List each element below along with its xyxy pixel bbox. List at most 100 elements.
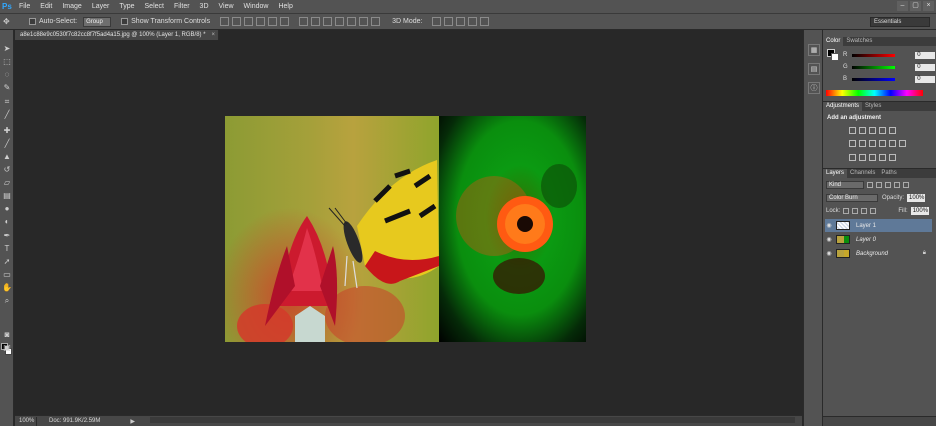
tab-channels[interactable]: Channels [847, 169, 878, 178]
tab-styles[interactable]: Styles [862, 102, 884, 111]
color-lookup-icon[interactable] [899, 140, 906, 147]
3d-scale-icon[interactable] [480, 17, 490, 26]
green-value-input[interactable]: 0 [915, 63, 935, 71]
invert-icon[interactable] [849, 154, 856, 161]
clone-stamp-tool-icon[interactable]: ▲ [2, 152, 12, 161]
tab-adjustments[interactable]: Adjustments [823, 102, 863, 111]
blue-value-input[interactable]: 0 [915, 75, 935, 83]
align-left-icon[interactable] [256, 17, 266, 26]
distribute-bottom-icon[interactable] [323, 17, 333, 26]
filter-adjustment-icon[interactable] [876, 181, 882, 188]
auto-select-dropdown[interactable]: Group [83, 16, 112, 27]
workspace-dropdown[interactable]: Essentials [870, 17, 930, 27]
color-panel-swatches[interactable] [827, 49, 839, 61]
3d-pan-icon[interactable] [456, 17, 466, 26]
eraser-tool-icon[interactable]: ▱ [2, 178, 12, 187]
menu-window[interactable]: Window [239, 3, 274, 10]
quick-select-tool-icon[interactable]: ✎ [2, 83, 12, 92]
menu-3d[interactable]: 3D [195, 3, 214, 10]
layer-row-layer-0[interactable]: ◉ Layer 0 [825, 233, 932, 246]
threshold-icon[interactable] [869, 154, 876, 161]
menu-view[interactable]: View [214, 3, 239, 10]
3d-rotate-icon[interactable] [432, 17, 442, 26]
quick-mask-icon[interactable]: ◙ [2, 330, 12, 339]
tab-paths[interactable]: Paths [878, 169, 899, 178]
menu-type[interactable]: Type [114, 3, 139, 10]
blur-tool-icon[interactable]: ● [2, 204, 12, 213]
maximize-button[interactable]: ▢ [910, 1, 921, 11]
layer-row-layer-1[interactable]: ◉ Layer 1 [825, 219, 932, 232]
background-swatch[interactable] [831, 53, 839, 61]
align-bottom-icon[interactable] [244, 17, 254, 26]
3d-slide-icon[interactable] [468, 17, 478, 26]
zoom-tool-icon[interactable]: ⌕ [2, 296, 12, 305]
zoom-level[interactable]: 100% [15, 416, 37, 426]
layer-filter-kind-dropdown[interactable]: Kind [826, 180, 864, 189]
red-slider[interactable] [851, 53, 896, 57]
gradient-tool-icon[interactable]: ▤ [2, 191, 12, 200]
gradient-map-icon[interactable] [879, 154, 886, 161]
filter-smart-object-icon[interactable] [903, 181, 909, 188]
history-panel-icon[interactable]: ▦ [808, 44, 820, 56]
show-transform-checkbox[interactable] [121, 18, 129, 25]
marquee-tool-icon[interactable]: ⬚ [2, 57, 12, 66]
black-white-icon[interactable] [869, 140, 876, 147]
align-center-icon[interactable] [268, 17, 278, 26]
crop-tool-icon[interactable]: ⌗ [2, 97, 12, 106]
document-tab[interactable]: a8e1c88e9c0530f7c82cc8f7f5ad4a15.jpg @ 1… [15, 30, 219, 40]
layer-name[interactable]: Layer 1 [856, 223, 876, 229]
rectangle-tool-icon[interactable]: ▭ [2, 270, 12, 279]
menu-help[interactable]: Help [273, 3, 297, 10]
levels-icon[interactable] [859, 127, 866, 134]
minimize-button[interactable]: – [897, 1, 908, 11]
opacity-input[interactable]: 100% [907, 193, 926, 202]
layer-row-background[interactable]: ◉ Background 🔒︎ [825, 247, 932, 260]
distribute-middle-icon[interactable] [311, 17, 321, 26]
close-document-icon[interactable]: × [211, 30, 215, 40]
eyedropper-tool-icon[interactable]: ╱ [2, 110, 12, 119]
tab-swatches[interactable]: Swatches [843, 37, 875, 46]
screen-mode-icon[interactable]: ▣ [2, 343, 12, 352]
visibility-eye-icon[interactable]: ◉ [825, 222, 833, 229]
color-spectrum-ramp[interactable] [826, 90, 923, 96]
move-tool-preset-icon[interactable]: ✥ [3, 15, 19, 28]
channel-mixer-icon[interactable] [889, 140, 896, 147]
brightness-contrast-icon[interactable] [849, 127, 856, 134]
brush-tool-icon[interactable]: ╱ [2, 139, 12, 148]
path-selection-tool-icon[interactable]: ➚ [2, 257, 12, 266]
lock-position-icon[interactable] [861, 207, 868, 214]
history-brush-tool-icon[interactable]: ↺ [2, 165, 12, 174]
menu-layer[interactable]: Layer [87, 3, 115, 10]
visibility-eye-icon[interactable]: ◉ [825, 236, 833, 243]
menu-select[interactable]: Select [140, 3, 169, 10]
tab-layers[interactable]: Layers [823, 169, 848, 178]
dodge-tool-icon[interactable]: ◐ [2, 217, 12, 226]
lock-all-icon[interactable] [870, 207, 877, 214]
red-value-input[interactable]: 0 [915, 51, 935, 59]
auto-align-icon[interactable] [371, 17, 381, 26]
exposure-icon[interactable] [879, 127, 886, 134]
move-tool-icon[interactable]: ➤ [2, 44, 12, 53]
healing-brush-tool-icon[interactable]: ✚ [2, 126, 12, 135]
distribute-right-icon[interactable] [359, 17, 369, 26]
align-right-icon[interactable] [280, 17, 290, 26]
distribute-left-icon[interactable] [335, 17, 345, 26]
hue-saturation-icon[interactable] [849, 140, 856, 147]
properties-panel-icon[interactable]: ▤ [808, 63, 820, 75]
curves-icon[interactable] [869, 127, 876, 134]
green-slider[interactable] [851, 65, 896, 69]
posterize-icon[interactable] [859, 154, 866, 161]
filter-shape-icon[interactable] [894, 181, 900, 188]
layer-name[interactable]: Layer 0 [856, 237, 876, 243]
type-tool-icon[interactable]: T [2, 244, 12, 253]
info-panel-icon[interactable]: ⓘ [808, 82, 820, 94]
menu-filter[interactable]: Filter [169, 3, 195, 10]
selective-color-icon[interactable] [889, 154, 896, 161]
close-button[interactable]: × [923, 1, 934, 11]
menu-image[interactable]: Image [57, 3, 86, 10]
filter-type-icon[interactable] [885, 181, 891, 188]
lasso-tool-icon[interactable]: ◌ [2, 70, 12, 79]
auto-select-checkbox[interactable] [29, 18, 36, 25]
document-canvas-image[interactable] [225, 116, 586, 342]
visibility-eye-icon[interactable]: ◉ [825, 250, 833, 257]
